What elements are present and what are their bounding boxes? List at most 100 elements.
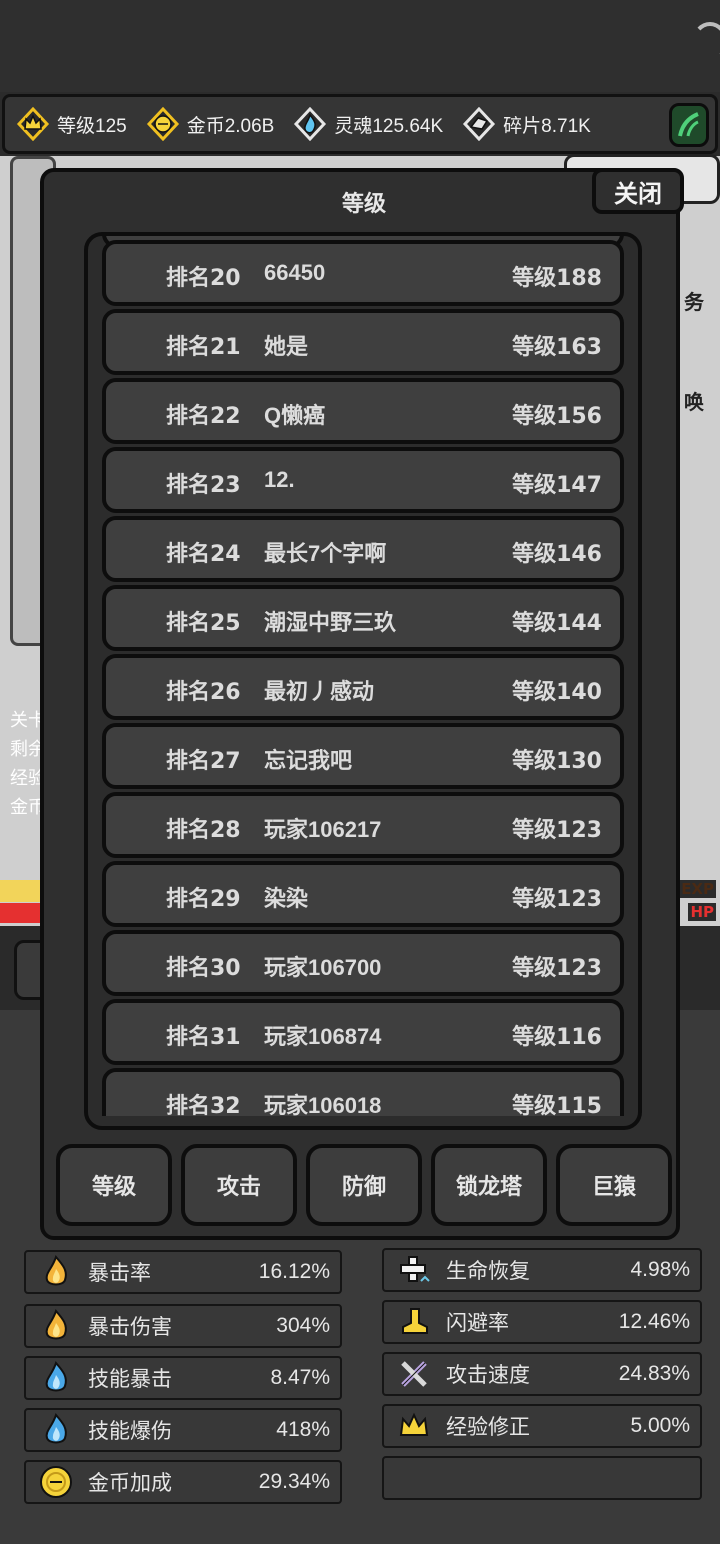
row-player-name: 最初丿感动: [264, 679, 375, 704]
table-row[interactable]: 排名26 最初丿感动 等级140: [102, 654, 624, 720]
row-rank: 排名20: [166, 266, 241, 291]
table-row[interactable]: 排名25 潮湿中野三玖 等级144: [102, 585, 624, 651]
blue-flame-icon: [38, 1412, 74, 1448]
ranking-modal: 等级 关闭 排名20 66450 等级188 排名21 她是 等级163 排名22 Q懒癌…: [40, 168, 684, 1240]
row-rank: 排名32: [166, 1094, 241, 1116]
resource-soul: 灵魂125.64K: [292, 106, 443, 142]
ranking-list-scroll[interactable]: 排名20 66450 等级188 排名21 她是 等级163 排名22 Q懒癌 等级156 …: [102, 236, 624, 1116]
crown-icon: [396, 1408, 432, 1444]
table-row[interactable]: 排名31 玩家106874 等级116: [102, 999, 624, 1065]
table-row[interactable]: 排名27 忘记我吧 等级130: [102, 723, 624, 789]
stat-crit-rate: 暴击率 16.12%: [24, 1250, 342, 1294]
table-row[interactable]: 排名20 66450 等级188: [102, 240, 624, 306]
table-row[interactable]: 排名28 玩家106217 等级123: [102, 792, 624, 858]
row-level: 等级115: [512, 1094, 602, 1116]
row-rank: 排名22: [166, 404, 241, 429]
hp-label: HP: [688, 903, 716, 921]
tab-attack[interactable]: 攻击: [181, 1144, 297, 1226]
fragment-icon: [461, 106, 497, 142]
table-row[interactable]: 排名24 最长7个字啊 等级146: [102, 516, 624, 582]
gold-coin-icon: [38, 1464, 74, 1500]
stat-name: 技能爆伤: [88, 1419, 172, 1443]
table-row[interactable]: 排名30 玩家106700 等级123: [102, 930, 624, 996]
stat-value: 24.83%: [618, 1362, 690, 1385]
stat-value: 29.34%: [258, 1470, 330, 1493]
table-row[interactable]: 排名21 她是 等级163: [102, 309, 624, 375]
row-level: 等级146: [512, 542, 602, 567]
flame-icon: [38, 1308, 74, 1344]
speed-button[interactable]: [669, 103, 709, 147]
tab-level[interactable]: 等级: [56, 1144, 172, 1226]
stat-skill-crit-damage: 技能爆伤 418%: [24, 1408, 342, 1452]
table-row[interactable]: 排名32 玩家106018 等级115: [102, 1068, 624, 1116]
resource-gold: 金币2.06B: [145, 106, 274, 142]
hp-bar: [0, 903, 44, 923]
resource-level: 等级125: [15, 106, 127, 142]
table-row[interactable]: 排名23 12. 等级147: [102, 447, 624, 513]
crossed-swords-icon: [396, 1356, 432, 1392]
row-level: 等级147: [512, 473, 602, 498]
stat-name: 暴击率: [88, 1261, 151, 1285]
table-row[interactable]: 排名29 染染 等级123: [102, 861, 624, 927]
close-button[interactable]: 关闭: [592, 168, 684, 214]
row-player-name: Q懒癌: [264, 403, 326, 428]
row-player-name: 忘记我吧: [264, 748, 353, 773]
ranking-list[interactable]: 排名20 66450 等级188 排名21 她是 等级163 排名22 Q懒癌 等级156 …: [84, 232, 642, 1130]
stat-value: 5.00%: [630, 1414, 690, 1437]
stat-attack-speed: 攻击速度 24.83%: [382, 1352, 702, 1396]
row-rank: 排名30: [166, 956, 241, 981]
scene-side-text-2: 唤: [684, 390, 704, 414]
row-rank: 排名27: [166, 749, 241, 774]
row-player-name: 玩家106018: [264, 1093, 382, 1116]
stat-exp-modifier: 经验修正 5.00%: [382, 1404, 702, 1448]
stat-crit-damage: 暴击伤害 304%: [24, 1304, 342, 1348]
tab-defense[interactable]: 防御: [306, 1144, 422, 1226]
row-player-name: 玩家106874: [264, 1024, 382, 1049]
resource-fragment: 碎片8.71K: [461, 106, 591, 142]
row-level: 等级163: [512, 335, 602, 360]
boot-icon: [396, 1304, 432, 1340]
row-rank: 排名28: [166, 818, 241, 843]
row-level: 等级116: [512, 1025, 602, 1050]
row-rank: 排名31: [166, 1025, 241, 1050]
stat-name: 经验修正: [446, 1415, 530, 1439]
row-player-name: 玩家106700: [264, 955, 382, 980]
speed-icon: [678, 112, 699, 137]
stat-empty-slot: [382, 1456, 702, 1500]
row-level: 等级156: [512, 404, 602, 429]
stat-value: 4.98%: [630, 1258, 690, 1281]
stat-value: 304%: [276, 1314, 330, 1337]
stat-gold-bonus: 金币加成 29.34%: [24, 1460, 342, 1504]
stat-value: 16.12%: [258, 1260, 330, 1283]
stat-value: 418%: [276, 1418, 330, 1441]
exp-bar: [0, 880, 44, 902]
row-level: 等级130: [512, 749, 602, 774]
corner-decoration: [692, 22, 720, 62]
blue-flame-icon: [38, 1360, 74, 1396]
exp-label: EXP: [679, 880, 716, 898]
stat-dodge-rate: 闪避率 12.46%: [382, 1300, 702, 1344]
row-player-name: 染染: [264, 886, 309, 911]
stat-hp-regen: 生命恢复 4.98%: [382, 1248, 702, 1292]
row-player-name: 12.: [264, 467, 295, 492]
top-band: [0, 0, 720, 92]
crown-icon: [15, 106, 51, 142]
row-rank: 排名26: [166, 680, 241, 705]
tab-giant-ape[interactable]: 巨猿: [556, 1144, 672, 1226]
gold-coin-icon: [145, 106, 181, 142]
row-rank: 排名24: [166, 542, 241, 567]
stat-name: 生命恢复: [446, 1259, 530, 1283]
modal-title: 等级: [341, 192, 386, 217]
row-level: 等级188: [512, 266, 602, 291]
stat-name: 金币加成: [88, 1471, 172, 1495]
scene-side-text-1: 务: [684, 290, 704, 314]
row-level: 等级140: [512, 680, 602, 705]
tab-dragon-tower[interactable]: 锁龙塔: [431, 1144, 547, 1226]
row-level: 等级123: [512, 818, 602, 843]
stat-value: 12.46%: [618, 1310, 690, 1333]
resource-bar: 等级125 金币2.06B 灵魂125.64K 碎片8.71K: [2, 94, 718, 154]
row-level: 等级123: [512, 956, 602, 981]
table-row[interactable]: 排名22 Q懒癌 等级156: [102, 378, 624, 444]
row-player-name: 玩家106217: [264, 817, 382, 842]
stat-name: 暴击伤害: [88, 1315, 172, 1339]
